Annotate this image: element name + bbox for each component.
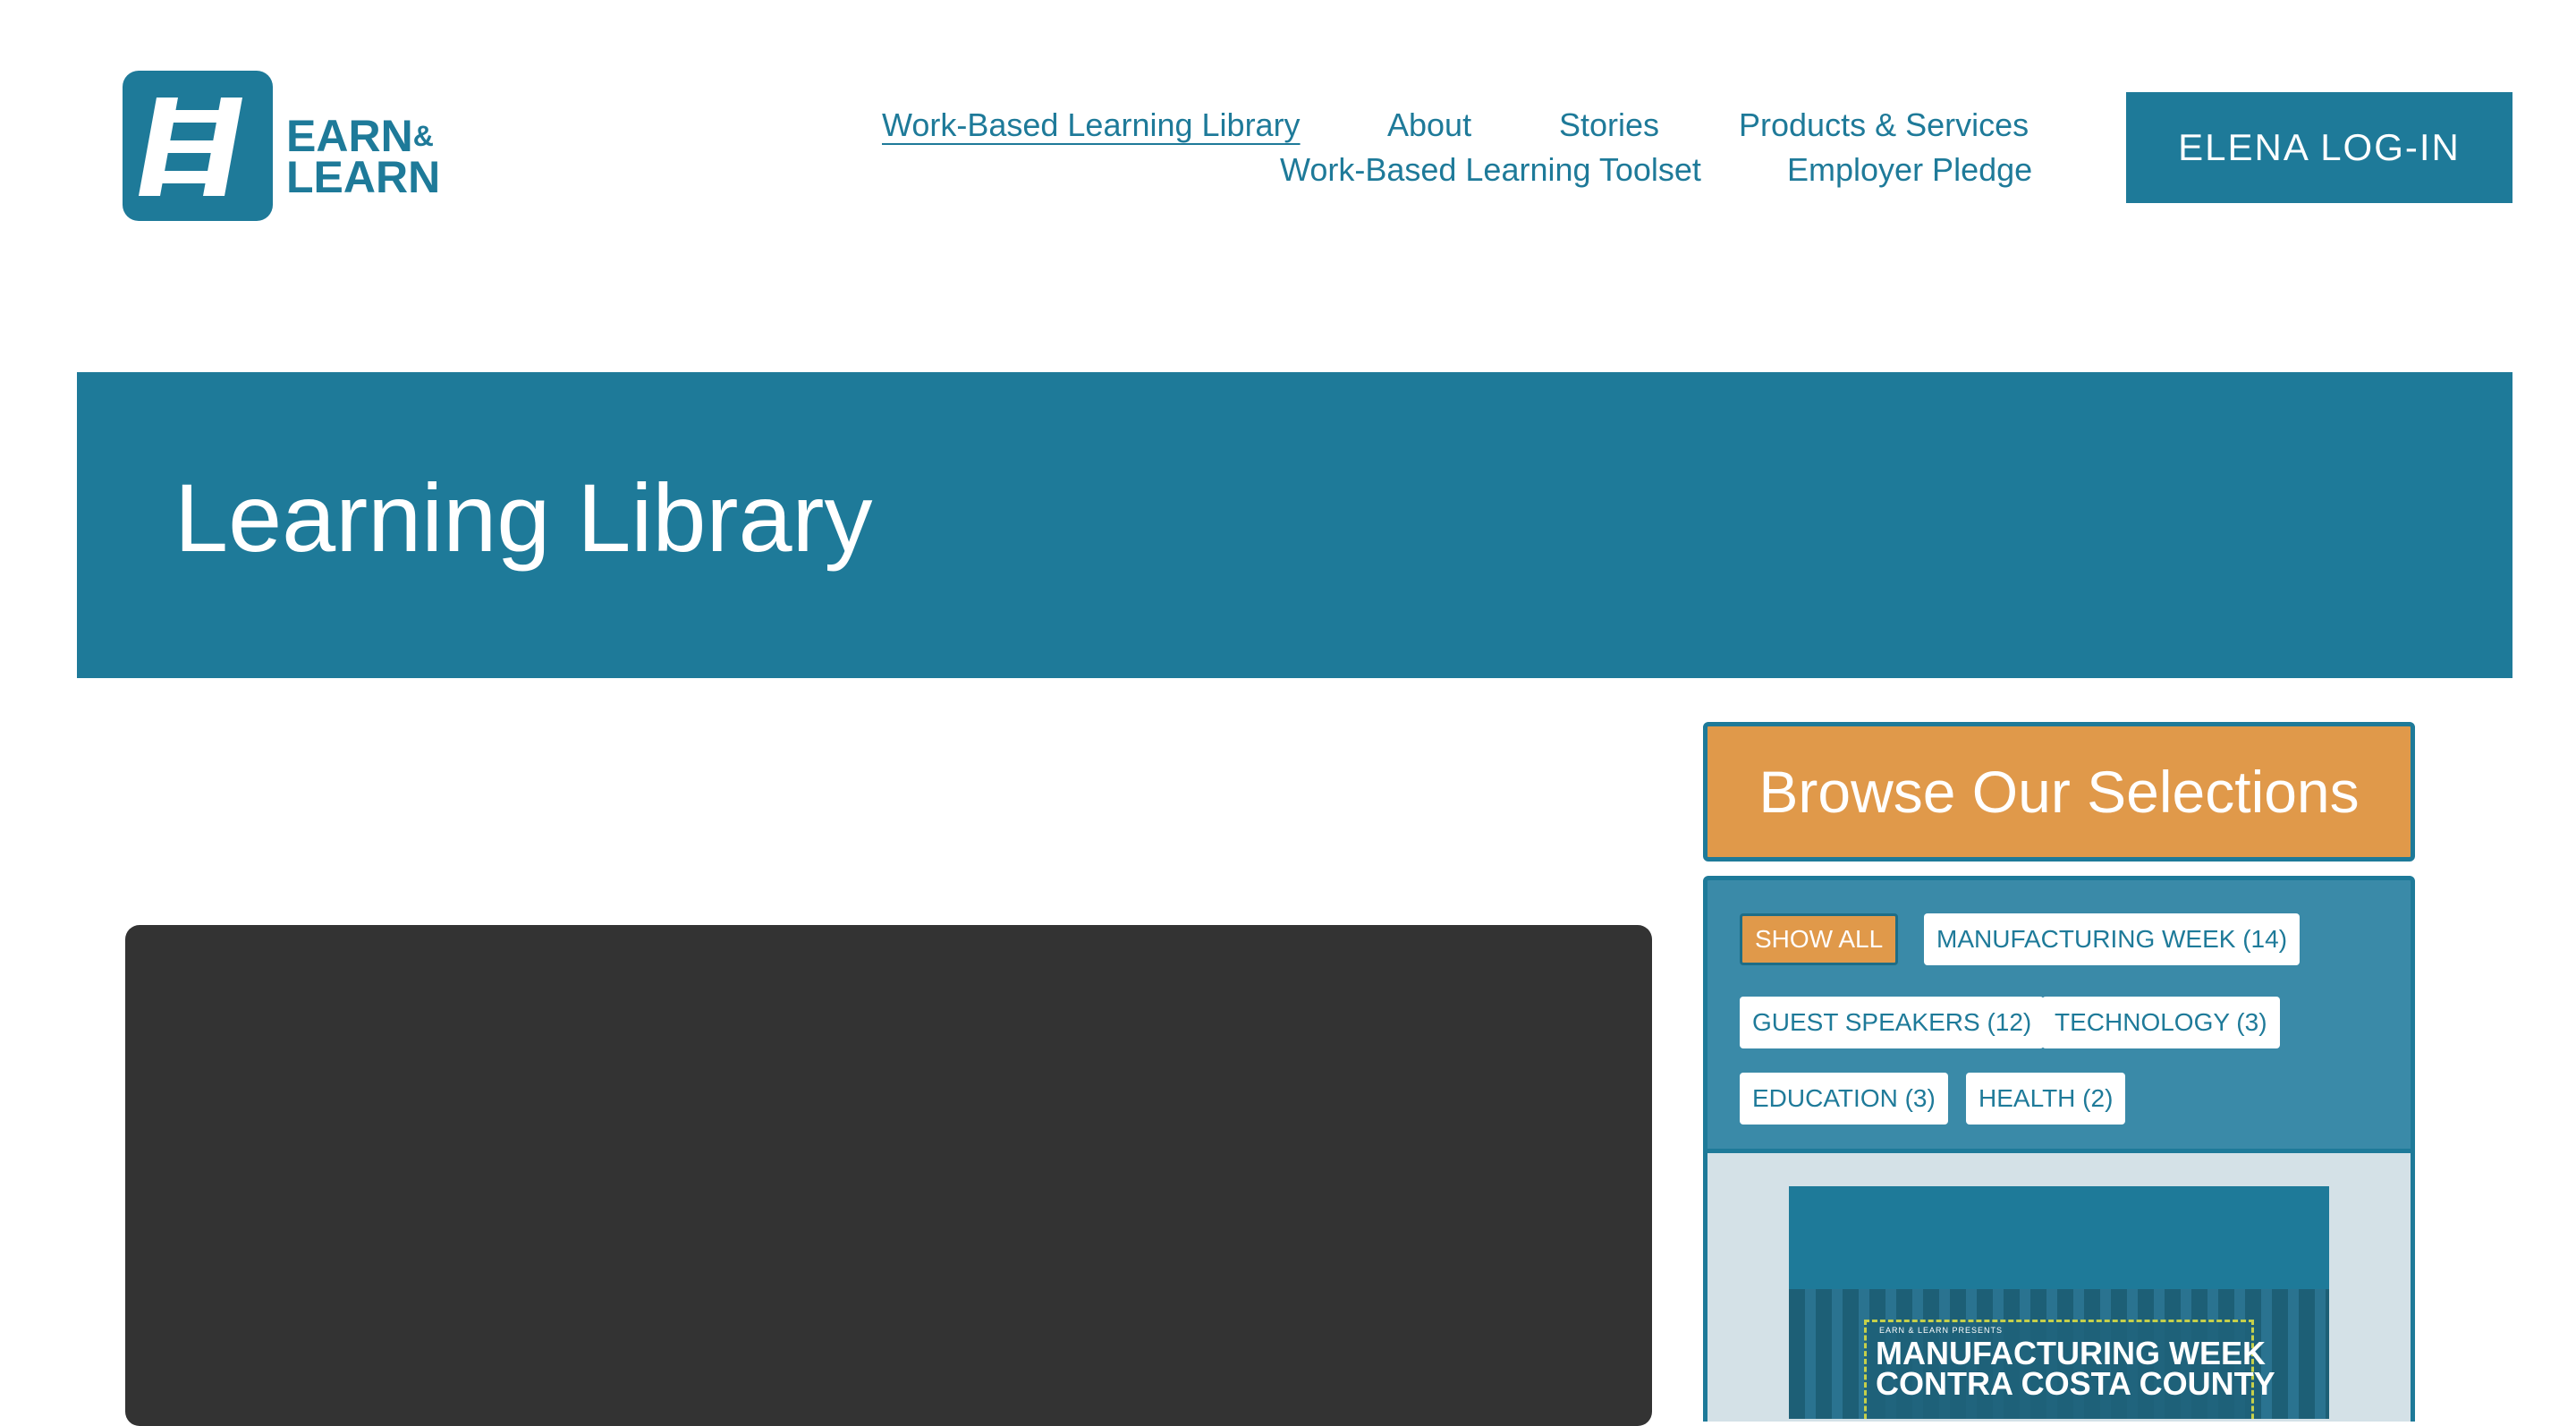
thumbnail-background: EARN & LEARN PRESENTS MANUFACTURING WEEK… [1789, 1289, 2329, 1419]
nav-link-work-based-learning-library[interactable]: Work-Based Learning Library [882, 106, 1301, 145]
video-gallery: EARN & LEARN PRESENTS MANUFACTURING WEEK… [1703, 1153, 2415, 1422]
logo-ampersand: & [412, 120, 434, 152]
logo-line-2: LEARN [286, 152, 441, 202]
filter-manufacturing-week-button[interactable]: MANUFACTURING WEEK (14) [1924, 913, 2301, 965]
site-logo[interactable]: EARN& LEARN [123, 71, 445, 221]
hero-banner: Learning Library [77, 372, 2512, 678]
nav-link-work-based-learning-toolset[interactable]: Work-Based Learning Toolset [1280, 150, 1701, 190]
filter-education-button[interactable]: EDUCATION (3) [1740, 1073, 1948, 1125]
filter-panel: SHOW ALL MANUFACTURING WEEK (14) GUEST S… [1703, 876, 2415, 1153]
thumbnail-title: MANUFACTURING WEEK CONTRA COSTA COUNTY [1876, 1337, 2275, 1402]
page-title: Learning Library [174, 463, 873, 572]
nav-link-employer-pledge[interactable]: Employer Pledge [1787, 150, 2032, 190]
browse-selections-heading: Browse Our Selections [1703, 722, 2415, 862]
thumbnail-title-box: EARN & LEARN PRESENTS MANUFACTURING WEEK… [1864, 1320, 2275, 1419]
video-thumbnail[interactable]: EARN & LEARN PRESENTS MANUFACTURING WEEK… [1789, 1186, 2329, 1419]
elena-login-button[interactable]: ELENA LOG-IN [2126, 92, 2512, 203]
filter-health-button[interactable]: HEALTH (2) [1966, 1073, 2126, 1125]
ladder-logo-icon [123, 71, 273, 221]
nav-link-products-services[interactable]: Products & Services [1739, 106, 2029, 145]
video-player[interactable] [125, 925, 1652, 1426]
nav-link-stories[interactable]: Stories [1559, 106, 1659, 145]
thumbnail-title-line-2: CONTRA COSTA COUNTY [1876, 1365, 2275, 1402]
nav-link-about[interactable]: About [1387, 106, 1471, 145]
filter-technology-button[interactable]: TECHNOLOGY (3) [2042, 997, 2280, 1048]
logo-wordmark: EARN& LEARN [286, 114, 440, 199]
thumbnail-presenter-text: EARN & LEARN PRESENTS [1879, 1326, 2004, 1335]
filter-show-all-button[interactable]: SHOW ALL [1740, 913, 1899, 965]
filter-guest-speakers-button[interactable]: GUEST SPEAKERS (12) [1740, 997, 2045, 1048]
